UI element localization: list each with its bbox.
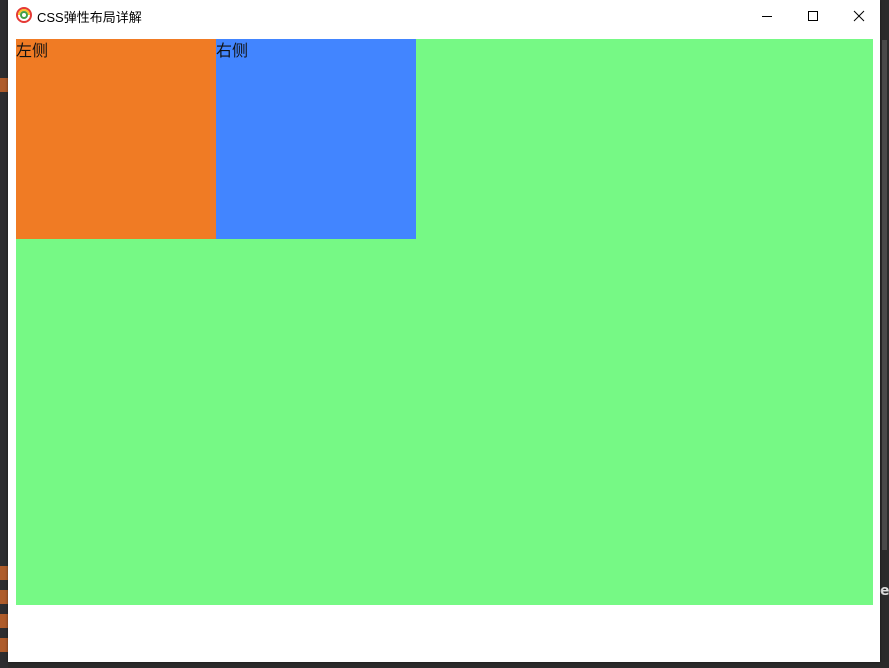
maximize-button[interactable] [790,0,836,31]
window-title: CSS弹性布局详解 [37,10,142,25]
minimize-icon [762,15,772,17]
left-box: 左侧 [16,39,216,239]
minimize-button[interactable] [744,0,790,31]
left-box-label: 左侧 [16,41,49,60]
close-button[interactable] [836,0,882,31]
title-bar[interactable]: CSS弹性布局详解 [8,0,880,31]
background-text: e [880,583,889,599]
file-icon [0,638,8,652]
browser-window: CSS弹性布局详解 左侧 右侧 [8,0,880,662]
right-box-label: 右侧 [216,41,249,60]
flex-container: 左侧 右侧 [16,39,873,605]
scrollbar [882,40,887,550]
maximize-icon [808,10,818,21]
file-icon [0,566,8,580]
app-logo-icon [16,7,32,23]
file-icon [0,78,8,92]
file-icon [0,590,8,604]
file-icon [0,614,8,628]
close-icon [853,10,865,21]
background-editor-right: e [880,0,889,668]
right-box: 右侧 [216,39,416,239]
background-editor-left [0,0,8,668]
